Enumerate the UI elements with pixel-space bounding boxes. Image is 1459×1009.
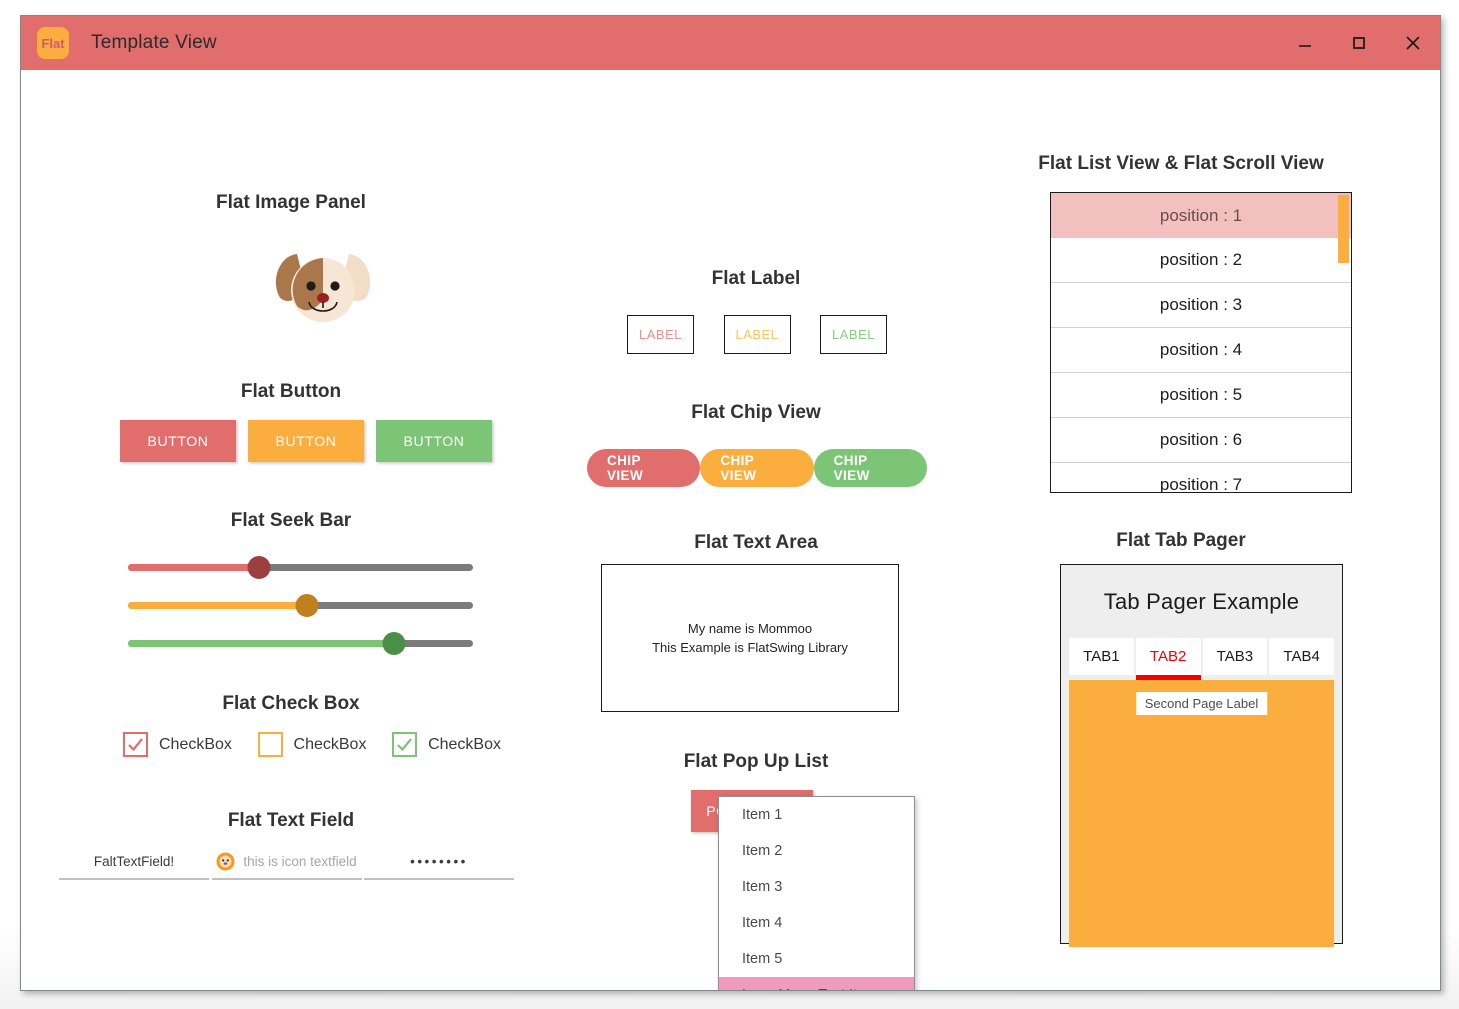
tab-tab1[interactable]: TAB1 [1069,638,1134,675]
flat-chip-view-title: Flat Chip View [691,402,821,423]
tab-page-content: Second Page Label [1069,680,1334,947]
list-item[interactable]: position : 4 [1051,328,1351,373]
seek-thumb[interactable] [295,594,319,617]
check-icon [397,738,412,752]
pop-up-menu-item[interactable]: Item 3 [719,869,914,905]
pop-up-menu-item[interactable]: Item 2 [719,833,914,869]
dog-avatar-icon [253,238,393,338]
app-logo-icon: Flat [37,27,69,59]
seek-fill [128,602,308,609]
check-box-label: CheckBox [293,735,367,753]
tab-tab2[interactable]: TAB2 [1135,638,1201,680]
flat-check-box-title: Flat Check Box [222,693,360,714]
check-box-item-red[interactable]: CheckBox [123,732,232,757]
check-box-red[interactable] [123,732,148,757]
pop-up-menu: Item 1 Item 2 Item 3 Item 4 Item 5 Long … [718,796,915,990]
lion-icon [216,852,235,871]
screen: Flat Template View Flat Image Panel Flat… [0,0,1459,1009]
tab-pager-heading: Tab Pager Example [1103,589,1300,614]
text-field-with-icon[interactable]: this is icon textfield [211,850,362,880]
pop-up-menu-item[interactable]: Item 1 [719,797,914,833]
middle-column: Flat Label LABEL LABEL LABEL Flat Chip V… [541,70,971,990]
flat-tab-pager: Tab Pager Example TAB1 TAB2 TAB3 TAB4 Se… [1060,564,1343,947]
minimize-icon[interactable] [1278,16,1332,70]
flat-chip-view-row: CHIP VIEW CHIP VIEW CHIP VIEW [587,449,927,487]
flat-label-red: LABEL [627,315,694,354]
flat-label-row: LABEL LABEL LABEL [627,315,887,354]
tab-strip: TAB1 TAB2 TAB3 TAB4 [1069,638,1334,680]
check-box-label: CheckBox [428,735,501,753]
pop-up-menu-item-selected[interactable]: Long Menu Text Item [719,977,914,990]
seek-thumb[interactable] [382,632,406,655]
flat-button-red[interactable]: BUTTON [120,420,236,462]
application-window: Flat Template View Flat Image Panel Flat… [20,15,1441,991]
check-box-item-orange[interactable]: CheckBox [257,732,367,757]
flat-button-green[interactable]: BUTTON [376,420,492,462]
text-area-line: My name is Mommoo [687,621,813,636]
seek-fill [128,640,394,647]
close-icon[interactable] [1386,16,1440,70]
seek-bar-orange[interactable] [128,586,473,624]
list-item-selected[interactable]: position : 1 [1051,193,1351,238]
title-bar: Flat Template View [21,16,1440,70]
flat-seek-bar-title: Flat Seek Bar [230,510,352,531]
flat-text-area-title: Flat Text Area [694,532,818,553]
text-field-password[interactable]: •••••••• [364,850,514,880]
flat-label-title: Flat Label [711,268,801,289]
chip-green[interactable]: CHIP VIEW [813,449,927,487]
pop-up-menu-item[interactable]: Item 4 [719,905,914,941]
check-box-green[interactable] [392,732,418,757]
text-field-masked-value: •••••••• [410,854,468,869]
check-box-item-green[interactable]: CheckBox [392,732,501,757]
flat-pop-up-list-title: Flat Pop Up List [683,751,829,772]
text-field-placeholder: this is icon textfield [243,854,357,869]
flat-label-green: LABEL [820,315,887,354]
image-panel-title: Flat Image Panel [216,192,366,213]
pop-up-menu-item[interactable]: Item 5 [719,941,914,977]
check-box-orange[interactable] [257,732,283,757]
flat-button-row: BUTTON BUTTON BUTTON [120,420,492,462]
flat-text-area[interactable]: My name is Mommoo This Example is FlatSw… [601,564,899,712]
tab-page-label: Second Page Label [1135,692,1268,715]
seek-bar-red[interactable] [128,548,473,586]
flat-text-field-title: Flat Text Field [227,810,355,831]
chip-red[interactable]: CHIP VIEW [587,449,701,487]
flat-text-field-row: FaltTextField! this is icon textfield ••… [59,850,514,880]
window-controls [1278,16,1440,70]
list-item[interactable]: position : 5 [1051,373,1351,418]
flat-label-orange: LABEL [723,315,791,354]
maximize-icon[interactable] [1332,16,1386,70]
flat-list-view-title: Flat List View & Flat Scroll View [1038,153,1324,174]
text-area-line: This Example is FlatSwing Library [652,640,848,655]
flat-list-view[interactable]: position : 1 position : 2 position : 3 p… [1050,192,1352,493]
flat-tab-pager-title: Flat Tab Pager [1116,530,1246,551]
text-field-plain[interactable]: FaltTextField! [59,850,209,880]
left-column: Flat Image Panel Flat Button BUTTON BUTT… [41,70,541,990]
list-item[interactable]: position : 6 [1051,418,1351,463]
text-field-value: FaltTextField! [93,854,175,869]
list-item[interactable]: position : 2 [1051,238,1351,283]
list-item[interactable]: position : 7 [1051,463,1351,492]
tab-tab4[interactable]: TAB4 [1269,638,1334,675]
check-box-label: CheckBox [159,735,232,753]
list-item[interactable]: position : 3 [1051,283,1351,328]
window-content: Flat Image Panel Flat Button BUTTON BUTT… [21,70,1440,990]
right-column: Flat List View & Flat Scroll View positi… [1006,70,1426,990]
flat-check-box-row: CheckBox CheckBox CheckBox [123,732,501,757]
flat-button-title: Flat Button [240,381,342,402]
window-title: Template View [91,32,217,53]
seek-bar-green[interactable] [128,624,473,662]
flat-seek-bar-group [128,548,473,662]
flat-button-orange[interactable]: BUTTON [248,420,364,462]
chip-orange[interactable]: CHIP VIEW [700,449,814,487]
tab-tab3[interactable]: TAB3 [1202,638,1268,675]
seek-fill [128,564,260,571]
seek-thumb[interactable] [247,556,271,579]
check-icon [128,738,143,752]
list-scrollbar-thumb[interactable] [1338,195,1349,263]
